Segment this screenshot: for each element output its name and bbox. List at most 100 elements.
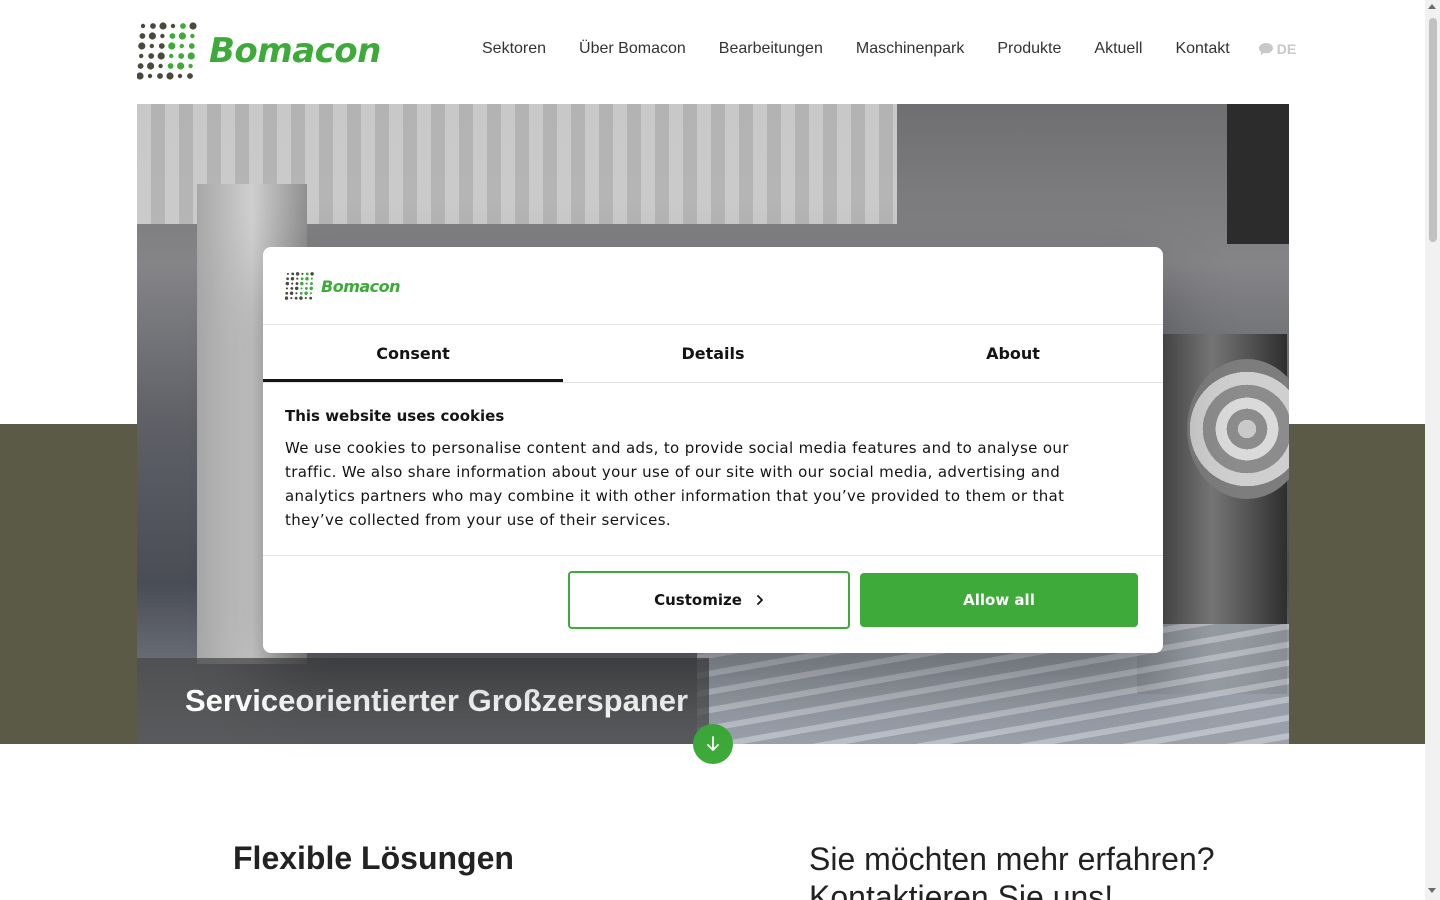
nav-item-maschinenpark[interactable]: Maschinenpark [856, 40, 965, 58]
logo-dot [294, 296, 298, 300]
site-logo[interactable]: Bomacon [137, 20, 381, 82]
chevron-right-icon [756, 595, 763, 605]
dialog-logo: Bomacon [285, 271, 401, 301]
logo-dot [169, 33, 176, 39]
main-nav: Sektoren Über Bomacon Bearbeitungen Masc… [482, 40, 1296, 58]
customize-button[interactable]: Customize [568, 571, 850, 629]
nav-item-bearbeitungen[interactable]: Bearbeitungen [719, 40, 823, 58]
logo-dot [305, 277, 309, 281]
contact-heading-line2: Kontaktieren Sie uns! [809, 879, 1114, 900]
logo-dot [301, 272, 304, 275]
speech-bubble-icon [1258, 43, 1273, 55]
logo-dot [170, 23, 176, 29]
logo-dot [285, 287, 289, 290]
logo-dot [150, 23, 156, 29]
logo-dot [158, 43, 165, 49]
logo-dot [147, 73, 153, 79]
scrollbar-thumb[interactable] [1429, 18, 1437, 242]
nav-item-ueber-bomacon[interactable]: Über Bomacon [579, 40, 686, 58]
logo-dot [291, 282, 294, 285]
logo-dot [189, 22, 197, 30]
logo-dot [188, 63, 193, 69]
logo-dot [187, 73, 193, 79]
dialog-body-text: We use cookies to personalise content an… [285, 439, 1069, 529]
logo-dot [190, 33, 195, 39]
logo-dot [178, 32, 186, 40]
logo-dots-icon [137, 22, 197, 80]
logo-dot [290, 277, 295, 281]
allow-all-button[interactable]: Allow all [860, 573, 1138, 627]
logo-dot [305, 282, 308, 285]
cookie-consent-dialog: Bomacon Consent Details About This websi… [263, 247, 1163, 653]
logo-dot [137, 63, 144, 69]
logo-dot [188, 43, 195, 49]
logo-dot [139, 53, 144, 59]
logo-dot [310, 277, 313, 280]
logo-dot [148, 32, 156, 40]
logo-dot [137, 72, 144, 80]
logo-dot [294, 286, 299, 291]
logo-dot [168, 42, 176, 50]
nav-item-aktuell[interactable]: Aktuell [1094, 40, 1142, 58]
hero-caption: Serviceorientierter Großzerspaner [185, 683, 689, 718]
section-heading-flexible: Flexible Lösungen [233, 840, 514, 876]
logo-dot [138, 42, 146, 50]
logo-dot [299, 291, 303, 295]
logo-dot [169, 53, 174, 59]
site-header: Bomacon Sektoren Über Bomacon Bearbeitun… [0, 0, 1425, 104]
logo-dot [296, 277, 299, 280]
scroll-down-arrow-icon[interactable] [1428, 888, 1436, 893]
divider [263, 555, 1163, 556]
logo-text: Bomacon [209, 31, 381, 71]
logo-dot [147, 62, 155, 70]
logo-dot [304, 297, 307, 300]
logo-dot [180, 23, 186, 29]
logo-dot [159, 22, 167, 30]
logo-dot [139, 33, 146, 39]
logo-dot [140, 23, 146, 29]
logo-dot [157, 52, 165, 60]
tab-details[interactable]: Details [563, 325, 863, 382]
logo-dot [300, 277, 304, 281]
hero-dark-panel [1227, 104, 1289, 244]
logo-dot [289, 291, 294, 295]
contact-heading-line1: Sie möchten mehr erfahren? [809, 841, 1215, 877]
logo-dot [285, 291, 289, 295]
logo-dot [158, 63, 163, 69]
tab-about[interactable]: About [863, 325, 1163, 382]
logo-dot [160, 33, 165, 39]
logo-dot [304, 287, 308, 290]
nav-item-sektoren[interactable]: Sektoren [482, 40, 546, 58]
logo-dot [305, 272, 309, 276]
logo-dot [286, 272, 289, 275]
section-heading-contact: Sie möchten mehr erfahren? Kontaktieren … [809, 840, 1215, 900]
logo-dot [148, 53, 155, 59]
logo-dot [286, 277, 290, 281]
logo-dot [300, 281, 304, 286]
logo-dot [285, 281, 290, 286]
logo-dot [300, 287, 303, 290]
logo-dot [166, 72, 174, 80]
hero-caption-box: Serviceorientierter Großzerspaner [137, 658, 709, 744]
language-switcher[interactable]: DE [1258, 41, 1296, 57]
logo-dot [187, 52, 195, 60]
logo-dot [299, 296, 303, 300]
logo-dot [304, 291, 308, 295]
logo-dot [285, 296, 289, 300]
logo-dot [309, 292, 312, 295]
nav-item-produkte[interactable]: Produkte [997, 40, 1061, 58]
logo-dot [310, 282, 313, 285]
logo-dot [309, 296, 313, 300]
scroll-down-button[interactable] [693, 724, 733, 764]
logo-dot [178, 53, 185, 59]
logo-dot [309, 286, 313, 291]
arrow-down-icon [707, 736, 719, 751]
scroll-up-arrow-icon[interactable] [1428, 4, 1436, 9]
logo-dot [310, 272, 314, 276]
language-label: DE [1276, 41, 1297, 57]
dialog-title: This website uses cookies [285, 407, 505, 425]
divider [263, 382, 1163, 383]
tab-consent[interactable]: Consent [263, 325, 563, 382]
nav-item-kontakt[interactable]: Kontakt [1175, 40, 1229, 58]
customize-label: Customize [654, 591, 742, 609]
